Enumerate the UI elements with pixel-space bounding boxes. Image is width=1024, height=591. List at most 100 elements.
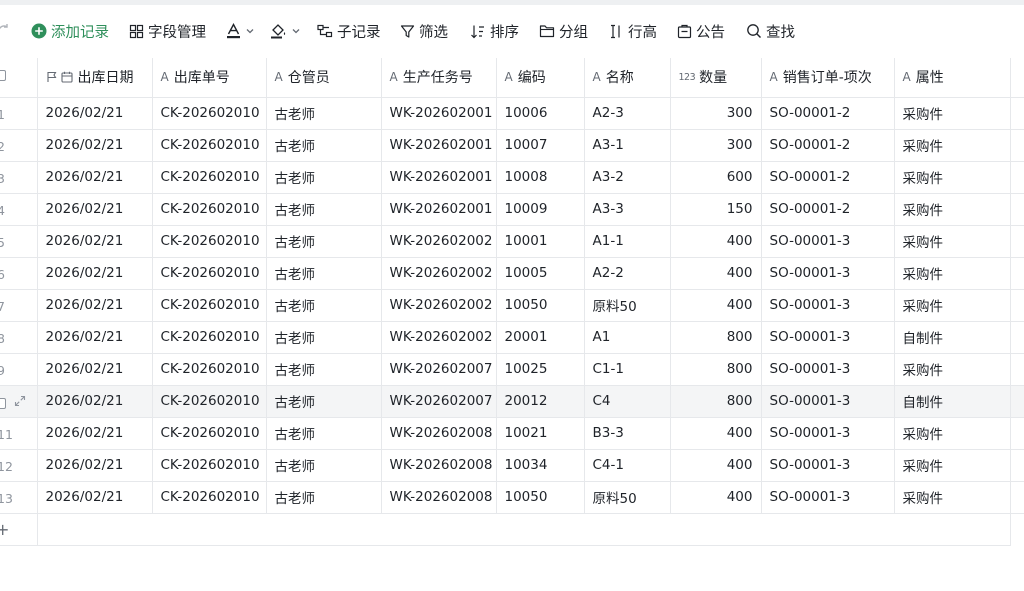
table-row[interactable]: 4 2026/02/21CK-202602010古老师WK-20260200110… (0, 193, 1024, 226)
table-row[interactable]: 2026/02/21 CK-202602010 古老师 WK-202602007 200… (0, 385, 1024, 418)
cell-attr[interactable]: 采购件 (894, 353, 1011, 386)
cell-date[interactable]: 2026/02/21 (37, 289, 153, 322)
cell-order-no[interactable]: CK-202602010 (152, 129, 267, 162)
cell-qty[interactable]: 400 (670, 417, 762, 450)
cell-task-no[interactable]: WK-202602008 (381, 417, 497, 450)
plus-icon[interactable]: + (0, 520, 9, 539)
cell-qty[interactable]: 800 (670, 385, 762, 418)
cell-attr[interactable]: 采购件 (894, 193, 1011, 226)
cell-sales-order[interactable]: SO-00001-2 (761, 97, 895, 130)
cell-qty[interactable]: 300 (670, 129, 762, 162)
cell-task-no[interactable]: WK-202602008 (381, 481, 497, 514)
col-header-keeper[interactable]: A 仓管员 (266, 58, 382, 98)
table-row[interactable]: 13 2026/02/21CK-202602010古老师WK-2026020081… (0, 481, 1024, 514)
cell-task-no[interactable]: WK-202602008 (381, 449, 497, 482)
cell-code[interactable]: 10034 (496, 449, 585, 482)
cell-keeper[interactable]: 古老师 (266, 385, 382, 418)
col-header-order-no[interactable]: A 出库单号 (152, 58, 267, 98)
cell-order-no[interactable]: CK-202602010 (152, 257, 267, 290)
cell-name[interactable]: A1 (584, 321, 671, 354)
cell-order-no[interactable]: CK-202602010 (152, 225, 267, 258)
table-row[interactable]: 9 2026/02/21CK-202602010古老师WK-20260200710… (0, 353, 1024, 386)
cell-order-no[interactable]: CK-202602010 (152, 321, 267, 354)
cell-code[interactable]: 10021 (496, 417, 585, 450)
cell-name[interactable]: A1-1 (584, 225, 671, 258)
cell-keeper[interactable]: 古老师 (266, 289, 382, 322)
cell-task-no[interactable]: WK-202602002 (381, 257, 497, 290)
cell-attr[interactable]: 采购件 (894, 417, 1011, 450)
cell-code[interactable]: 10025 (496, 353, 585, 386)
cell-date[interactable]: 2026/02/21 (37, 257, 153, 290)
cell-sales-order[interactable]: SO-00001-2 (761, 161, 895, 194)
table-row[interactable]: 11 2026/02/21CK-202602010古老师WK-2026020081… (0, 417, 1024, 450)
add-row-cell[interactable]: + (0, 513, 38, 546)
cell-keeper[interactable]: 古老师 (266, 225, 382, 258)
cell-qty[interactable]: 400 (670, 289, 762, 322)
cell-order-no[interactable]: CK-202602010 (152, 481, 267, 514)
cell-date[interactable]: 2026/02/21 (37, 193, 153, 226)
cell-qty[interactable]: 400 (670, 225, 762, 258)
cell-task-no[interactable]: WK-202602002 (381, 289, 497, 322)
sort-button[interactable]: 排序 (470, 10, 519, 52)
filter-button[interactable]: 筛选 (400, 10, 448, 52)
cell-keeper[interactable]: 古老师 (266, 321, 382, 354)
cell-task-no[interactable]: WK-202602002 (381, 225, 497, 258)
cell-task-no[interactable]: WK-202602001 (381, 97, 497, 130)
table-row[interactable]: 5 2026/02/21CK-202602010古老师WK-20260200210… (0, 225, 1024, 258)
sub-record-button[interactable]: 子记录 (317, 10, 381, 52)
cell-order-no[interactable]: CK-202602010 (152, 193, 267, 226)
cell-date[interactable]: 2026/02/21 (37, 353, 153, 386)
cell-qty[interactable]: 800 (670, 321, 762, 354)
cell-attr[interactable]: 采购件 (894, 449, 1011, 482)
cell-sales-order[interactable]: SO-00001-3 (761, 321, 895, 354)
announcement-button[interactable]: 公告 (677, 10, 725, 52)
cell-keeper[interactable]: 古老师 (266, 97, 382, 130)
cell-date[interactable]: 2026/02/21 (37, 129, 153, 162)
col-header-attr[interactable]: A 属性 (894, 58, 1011, 98)
row-index-cell[interactable] (0, 385, 38, 418)
add-column-header[interactable] (1010, 58, 1024, 98)
cell-order-no[interactable]: CK-202602010 (152, 449, 267, 482)
cell-sales-order[interactable]: SO-00001-2 (761, 129, 895, 162)
cell-qty[interactable]: 800 (670, 353, 762, 386)
cell-name[interactable]: A2-2 (584, 257, 671, 290)
expand-icon[interactable] (14, 395, 26, 410)
cell-qty[interactable]: 400 (670, 449, 762, 482)
cell-attr[interactable]: 采购件 (894, 257, 1011, 290)
cell-task-no[interactable]: WK-202602002 (381, 321, 497, 354)
text-color-button[interactable] (226, 10, 255, 52)
cell-attr[interactable]: 采购件 (894, 481, 1011, 514)
cell-name[interactable]: C4-1 (584, 449, 671, 482)
cell-keeper[interactable]: 古老师 (266, 481, 382, 514)
col-header-task-no[interactable]: A 生产任务号 (381, 58, 497, 98)
cell-qty[interactable]: 400 (670, 257, 762, 290)
cell-order-no[interactable]: CK-202602010 (152, 97, 267, 130)
cell-order-no[interactable]: CK-202602010 (152, 417, 267, 450)
cell-name[interactable]: C1-1 (584, 353, 671, 386)
cell-code[interactable]: 10009 (496, 193, 585, 226)
cell-attr[interactable]: 自制件 (894, 385, 1011, 418)
cell-sales-order[interactable]: SO-00001-2 (761, 193, 895, 226)
cell-sales-order[interactable]: SO-00001-3 (761, 225, 895, 258)
cell-attr[interactable]: 自制件 (894, 321, 1011, 354)
table-row[interactable]: 6 2026/02/21CK-202602010古老师WK-20260200210… (0, 257, 1024, 290)
row-index-cell[interactable]: 9 (0, 353, 38, 386)
redo-icon[interactable] (0, 22, 10, 40)
cell-code[interactable]: 10050 (496, 289, 585, 322)
cell-attr[interactable]: 采购件 (894, 289, 1011, 322)
col-header-sales-order[interactable]: A 销售订单-项次 (761, 58, 895, 98)
cell-qty[interactable]: 600 (670, 161, 762, 194)
row-index-cell[interactable]: 8 (0, 321, 38, 354)
cell-sales-order[interactable]: SO-00001-3 (761, 353, 895, 386)
cell-name[interactable]: B3-3 (584, 417, 671, 450)
cell-keeper[interactable]: 古老师 (266, 193, 382, 226)
cell-sales-order[interactable]: SO-00001-3 (761, 417, 895, 450)
col-header-name[interactable]: A 名称 (584, 58, 671, 98)
row-index-cell[interactable]: 11 (0, 417, 38, 450)
row-index-cell[interactable]: 3 (0, 161, 38, 194)
cell-order-no[interactable]: CK-202602010 (152, 161, 267, 194)
table-row[interactable]: 1 2026/02/21CK-202602010古老师WK-20260200110… (0, 97, 1024, 130)
row-index-cell[interactable]: 7 (0, 289, 38, 322)
cell-task-no[interactable]: WK-202602001 (381, 161, 497, 194)
cell-name[interactable]: A3-3 (584, 193, 671, 226)
